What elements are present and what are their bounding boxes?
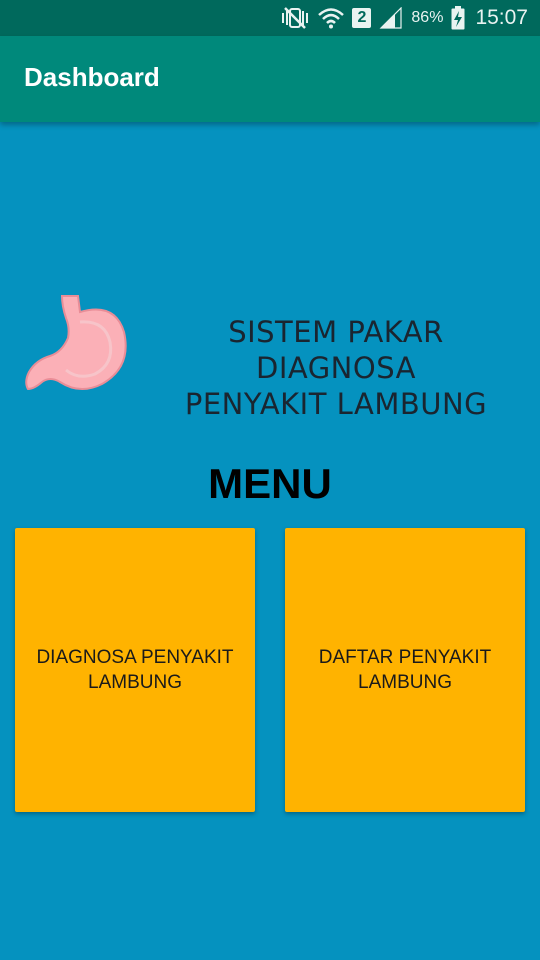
- diagnosa-penyakit-lambung-button[interactable]: DIAGNOSA PENYAKIT LAMBUNG: [15, 528, 255, 812]
- daftar-button-label: DAFTAR PENYAKIT LAMBUNG: [318, 647, 492, 693]
- battery-percentage: 86%: [411, 9, 444, 26]
- battery-charging-icon: [451, 6, 465, 30]
- app-bar: Dashboard: [0, 36, 540, 122]
- stomach-icon: [25, 295, 127, 391]
- menu-title: MENU: [208, 460, 332, 507]
- app-logo: SISTEM PAKAR DIAGNOSA PENYAKIT LAMBUNG: [20, 292, 530, 421]
- logo-line-1: SISTEM PAKAR DIAGNOSA: [228, 315, 444, 385]
- status-bar: 2 86% 15:07: [0, 0, 540, 36]
- wifi-icon: [318, 7, 345, 29]
- clock: 15:07: [475, 6, 528, 29]
- daftar-penyakit-lambung-button[interactable]: DAFTAR PENYAKIT LAMBUNG: [285, 528, 525, 812]
- sim-2-icon: 2: [352, 8, 372, 28]
- diagnosa-button-label: DIAGNOSA PENYAKIT LAMBUNG: [36, 647, 234, 693]
- mute-vibrate-icon: [280, 7, 310, 29]
- signal-icon: [379, 7, 403, 29]
- logo-text: SISTEM PAKAR DIAGNOSA PENYAKIT LAMBUNG: [146, 314, 526, 422]
- page-title: Dashboard: [24, 61, 160, 92]
- logo-line-2: PENYAKIT LAMBUNG: [184, 387, 488, 421]
